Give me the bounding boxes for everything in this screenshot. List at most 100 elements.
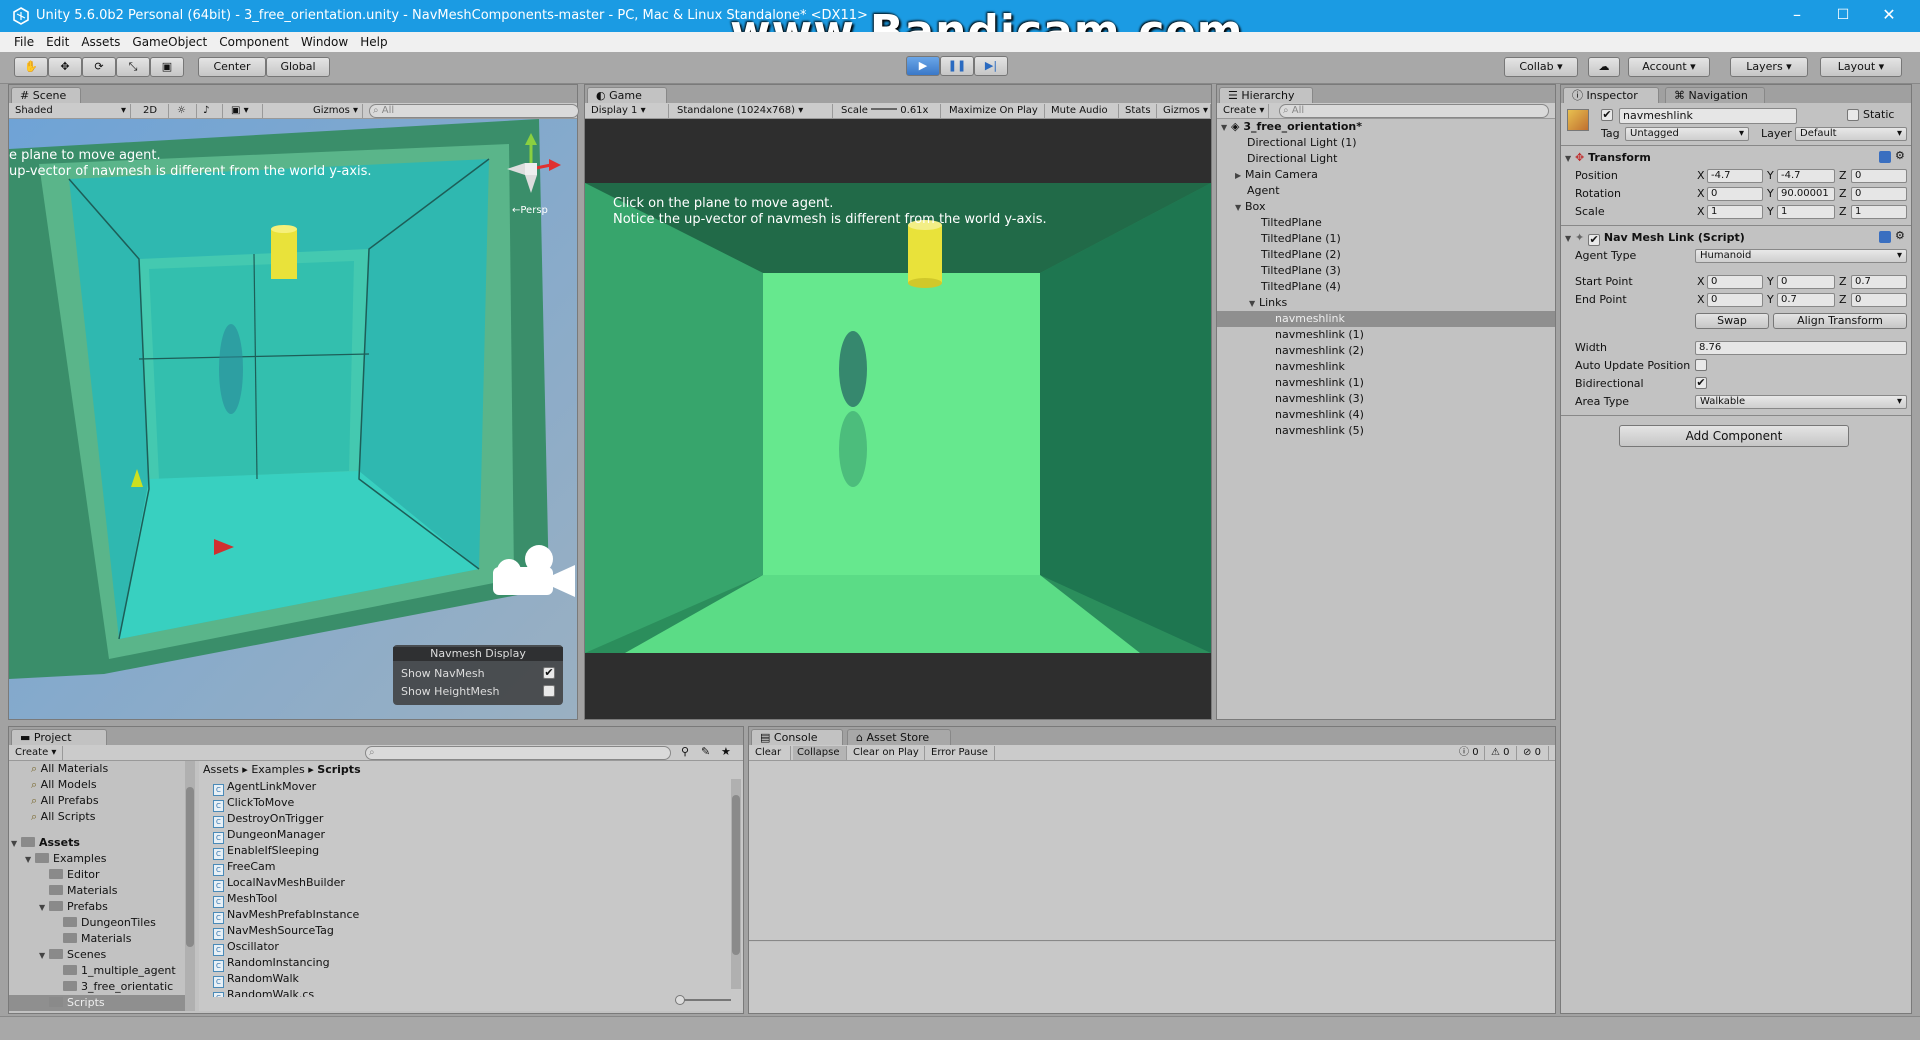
folder-item[interactable]: ▼ Prefabs: [9, 899, 195, 915]
pause-button[interactable]: ❚❚: [940, 56, 974, 76]
hierarchy-item[interactable]: navmeshlink (4): [1217, 407, 1555, 423]
game-viewport[interactable]: Click on the plane to move agent. Notice…: [585, 119, 1211, 719]
scale-slider-track[interactable]: [871, 108, 898, 110]
show-navmesh-checkbox[interactable]: ✔: [543, 667, 555, 679]
show-heightmesh-checkbox[interactable]: [543, 685, 555, 697]
pivot-center-button[interactable]: Center: [198, 57, 266, 77]
account-dropdown[interactable]: Account ▾: [1628, 57, 1710, 77]
console-collapse-toggle[interactable]: Collapse: [793, 746, 847, 760]
maximize-button[interactable]: ☐: [1820, 0, 1866, 32]
console-log-area[interactable]: [749, 761, 1555, 941]
align-transform-button[interactable]: Align Transform: [1773, 313, 1907, 329]
resolution-dropdown[interactable]: Standalone (1024x768) ▾: [673, 104, 833, 118]
script-item[interactable]: CRandomWalk.cs: [199, 987, 729, 997]
width-input[interactable]: 8.76: [1695, 341, 1907, 355]
project-create-dropdown[interactable]: Create ▾: [11, 746, 63, 760]
expand-arrow-icon[interactable]: ▶: [1235, 168, 1245, 184]
hierarchy-item[interactable]: TiltedPlane: [1217, 215, 1555, 231]
script-item[interactable]: C ClickToMove: [199, 795, 729, 812]
favorite-item[interactable]: ⌕ All Materials: [9, 761, 195, 777]
tab-asset-store[interactable]: ⌂ Asset Store: [847, 729, 951, 745]
folder-item[interactable]: ▼ Assets: [9, 835, 195, 851]
scale-slider[interactable]: Scale 0.61x: [837, 104, 941, 118]
favorite-item[interactable]: ⌕ All Prefabs: [9, 793, 195, 809]
end-x-input[interactable]: 0: [1707, 293, 1763, 307]
effects-dropdown[interactable]: ▣ ▾: [227, 104, 263, 118]
help-icon[interactable]: [1879, 151, 1891, 163]
breadcrumb-assets[interactable]: Assets: [203, 763, 239, 776]
area-type-dropdown[interactable]: Walkable ▾: [1695, 395, 1907, 409]
gear-icon[interactable]: ⚙: [1895, 229, 1905, 243]
menu-file[interactable]: File: [0, 32, 40, 52]
warning-filter-toggle[interactable]: ⚠ 0: [1487, 746, 1517, 760]
navmeshlink-enabled-checkbox[interactable]: ✔: [1588, 234, 1601, 246]
navmeshlink-header[interactable]: ▼ ✦ ✔ Nav Mesh Link (Script): [1565, 231, 1745, 246]
step-button[interactable]: ▶|: [974, 56, 1008, 76]
tree-scrollbar[interactable]: [185, 761, 195, 1011]
static-checkbox[interactable]: [1847, 109, 1859, 121]
scene-gizmos-dropdown[interactable]: Gizmos ▾: [309, 104, 363, 118]
collapse-arrow-icon[interactable]: ▼: [1249, 296, 1259, 312]
error-filter-toggle[interactable]: ⊘ 0: [1519, 746, 1549, 760]
start-x-input[interactable]: 0: [1707, 275, 1763, 289]
position-z-input[interactable]: 0: [1851, 169, 1907, 183]
file-list-scrollbar[interactable]: [731, 779, 741, 989]
tab-inspector[interactable]: ⓘ Inspector: [1563, 87, 1659, 103]
swap-button[interactable]: Swap: [1695, 313, 1769, 329]
active-checkbox[interactable]: ✔: [1601, 109, 1613, 121]
transform-header[interactable]: ▼ ✥ Transform: [1565, 151, 1651, 166]
pivot-global-button[interactable]: Global: [266, 57, 330, 77]
position-y-input[interactable]: -4.7: [1777, 169, 1835, 183]
script-item[interactable]: C FreeCam: [199, 859, 729, 876]
script-item[interactable]: C AgentLinkMover: [199, 779, 729, 796]
bidirectional-checkbox[interactable]: ✔: [1695, 377, 1707, 389]
hierarchy-item[interactable]: Agent: [1217, 183, 1555, 199]
folder-item[interactable]: Materials: [9, 883, 195, 899]
scene-2d-toggle[interactable]: 2D: [139, 104, 169, 118]
tab-hierarchy[interactable]: ☰ Hierarchy: [1219, 87, 1313, 103]
info-filter-toggle[interactable]: ⓘ 0: [1455, 746, 1485, 760]
script-item[interactable]: C DungeonManager: [199, 827, 729, 844]
console-error-pause-toggle[interactable]: Error Pause: [927, 746, 995, 760]
folder-item-selected[interactable]: Scripts: [9, 995, 195, 1011]
folder-item[interactable]: ▼ Scenes: [9, 947, 195, 963]
lighting-toggle[interactable]: ☼: [173, 104, 197, 118]
scale-y-input[interactable]: 1: [1777, 205, 1835, 219]
rotate-tool-button[interactable]: ⟳: [82, 57, 116, 77]
scene-search-input[interactable]: ⌕ All: [369, 104, 579, 118]
audio-toggle[interactable]: ♪: [199, 104, 223, 118]
move-tool-button[interactable]: ✥: [48, 57, 82, 77]
breadcrumb-scripts[interactable]: Scripts: [317, 763, 360, 776]
maximize-on-play-toggle[interactable]: Maximize On Play: [945, 104, 1045, 118]
hierarchy-item[interactable]: navmeshlink (1): [1217, 375, 1555, 391]
project-search-input[interactable]: ⌕: [365, 746, 671, 760]
hierarchy-item[interactable]: ▼ Box: [1217, 199, 1555, 215]
icon-size-slider[interactable]: [675, 995, 731, 1005]
menu-window[interactable]: Window: [295, 32, 354, 52]
folder-item[interactable]: Editor: [9, 867, 195, 883]
display-dropdown[interactable]: Display 1 ▾: [587, 104, 669, 118]
hierarchy-item[interactable]: navmeshlink (2): [1217, 343, 1555, 359]
hierarchy-item[interactable]: navmeshlink (5): [1217, 423, 1555, 439]
script-item[interactable]: C RandomWalk: [199, 971, 729, 988]
hierarchy-item[interactable]: ▼ Links: [1217, 295, 1555, 311]
object-name-input[interactable]: navmeshlink: [1619, 108, 1797, 124]
favorite-star-icon[interactable]: ★: [721, 745, 731, 759]
start-y-input[interactable]: 0: [1777, 275, 1835, 289]
script-item[interactable]: C MeshTool: [199, 891, 729, 908]
hierarchy-item-selected[interactable]: navmeshlink: [1217, 311, 1555, 327]
mute-audio-toggle[interactable]: Mute Audio: [1047, 104, 1119, 118]
tab-console[interactable]: ▤ Console: [751, 729, 843, 745]
scale-z-input[interactable]: 1: [1851, 205, 1907, 219]
hierarchy-item[interactable]: TiltedPlane (2): [1217, 247, 1555, 263]
menu-edit[interactable]: Edit: [40, 32, 75, 52]
end-z-input[interactable]: 0: [1851, 293, 1907, 307]
agent-type-dropdown[interactable]: Humanoid ▾: [1695, 249, 1907, 263]
hierarchy-item[interactable]: Directional Light: [1217, 151, 1555, 167]
console-clear-on-play-toggle[interactable]: Clear on Play: [849, 746, 925, 760]
tab-project[interactable]: ▬ Project: [11, 729, 107, 745]
collapse-arrow-icon[interactable]: ▼: [1235, 200, 1245, 216]
script-item[interactable]: C NavMeshSourceTag: [199, 923, 729, 940]
auto-update-checkbox[interactable]: [1695, 359, 1707, 371]
menu-component[interactable]: Component: [213, 32, 295, 52]
